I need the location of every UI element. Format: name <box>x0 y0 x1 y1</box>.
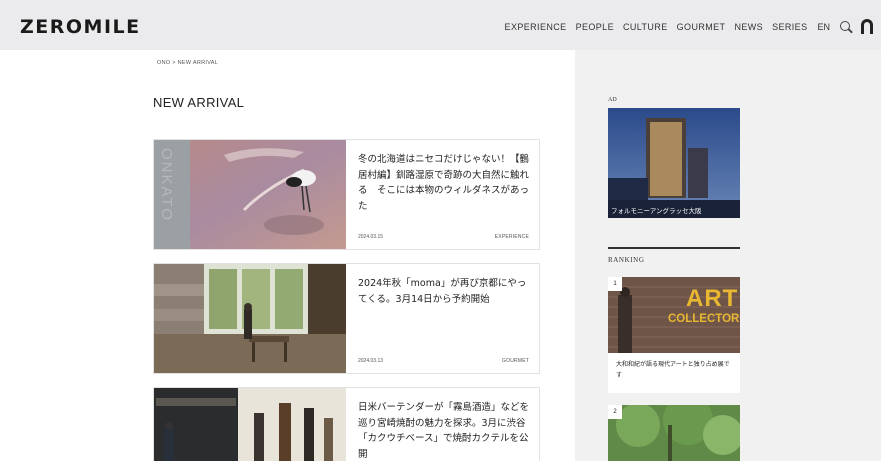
ranking-item[interactable]: 1 ART COLLECTOR 大和和紀が語る現代アートと独り占め展です <box>608 277 740 393</box>
ad-label: AD <box>608 97 617 103</box>
ranking-thumbnail[interactable] <box>608 405 740 461</box>
ranking-number: 1 <box>608 277 622 291</box>
user-icon[interactable] <box>861 19 873 34</box>
ranking-title: RANKING <box>608 256 645 264</box>
article-thumbnail[interactable] <box>154 388 346 461</box>
search-icon[interactable] <box>839 20 853 34</box>
article-card[interactable]: 2024年秋「moma」が再び京都にやってくる。3月14日から予約開始 2024… <box>153 263 540 374</box>
article-category[interactable]: GOURMET <box>502 358 529 364</box>
article-date: 2024.03.15 <box>358 234 384 240</box>
nav-experience[interactable]: EXPERIENCE <box>505 22 567 32</box>
page-title: NEW ARRIVAL <box>153 95 245 110</box>
article-title[interactable]: 2024年秋「moma」が再び京都にやってくる。3月14日から予約開始 <box>358 276 534 307</box>
nav-news[interactable]: NEWS <box>734 22 763 32</box>
thumbnail-side-text: ONKATO <box>158 148 175 222</box>
site-logo[interactable]: ZEROMILE <box>20 16 141 38</box>
ad-caption: フォルモニーアングラッセ大阪 <box>611 207 702 215</box>
article-thumbnail[interactable] <box>154 264 346 373</box>
ranking-thumbnail[interactable]: ART COLLECTOR <box>608 277 740 353</box>
ranking-divider <box>608 247 740 249</box>
article-card[interactable]: ONKATO 冬の北海道はニセコだけじゃない！【鶴居村編】釧路湿原で奇跡の大自然… <box>153 139 540 250</box>
nav-gourmet[interactable]: GOURMET <box>677 22 726 32</box>
nav-people[interactable]: PEOPLE <box>576 22 614 32</box>
site-header: ZEROMILE EXPERIENCE PEOPLE CULTURE GOURM… <box>0 0 881 50</box>
article-date: 2024.03.13 <box>358 358 384 364</box>
breadcrumb[interactable]: ONO > NEW ARRIVAL <box>157 60 218 66</box>
art-subheadline: COLLECTOR <box>668 313 740 325</box>
art-headline: ART <box>686 285 739 312</box>
ranking-item[interactable]: 2 <box>608 405 740 461</box>
ranking-caption[interactable]: 大和和紀が語る現代アートと独り占め展です <box>616 359 734 381</box>
nav-culture[interactable]: CULTURE <box>623 22 668 32</box>
ranking-number: 2 <box>608 405 622 419</box>
article-category[interactable]: EXPERIENCE <box>495 234 529 240</box>
main-nav: EXPERIENCE PEOPLE CULTURE GOURMET NEWS S… <box>496 19 873 34</box>
article-title[interactable]: 日米バーテンダーが「霧島酒造」などを巡り宮崎焼酎の魅力を探求。3月に渋谷「カクウ… <box>358 400 534 461</box>
article-thumbnail[interactable]: ONKATO <box>154 140 346 249</box>
article-title[interactable]: 冬の北海道はニセコだけじゃない！【鶴居村編】釧路湿原で奇跡の大自然に触れる そこ… <box>358 152 534 214</box>
article-card[interactable]: 日米バーテンダーが「霧島酒造」などを巡り宮崎焼酎の魅力を探求。3月に渋谷「カクウ… <box>153 387 540 461</box>
nav-series[interactable]: SERIES <box>772 22 807 32</box>
language-switch[interactable]: EN <box>817 22 830 32</box>
ad-banner[interactable]: フォルモニーアングラッセ大阪 <box>608 108 740 218</box>
